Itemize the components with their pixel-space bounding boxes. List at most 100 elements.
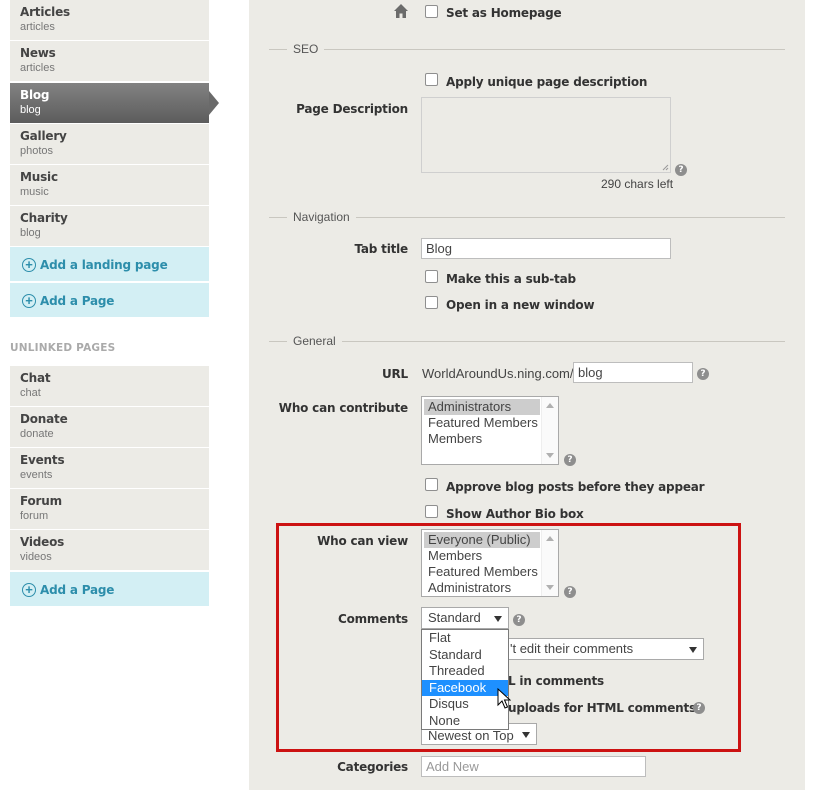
who-can-view-listbox[interactable]: Everyone (Public) Members Featured Membe… [421,529,559,597]
page-description-textarea[interactable] [421,97,671,173]
new-window-checkbox[interactable] [425,296,438,309]
set-homepage-checkbox[interactable] [425,5,438,18]
sidebar-item-sub: blog [20,104,41,116]
url-prefix: WorldAroundUs.ning.com/ [422,366,574,381]
sidebar-item-forum[interactable]: Forum forum [10,489,209,529]
add-page-button-2[interactable]: + Add a Page [10,572,209,606]
comments-dropdown-list[interactable]: Flat Standard Threaded Facebook Disqus N… [421,629,509,730]
unique-description-checkbox[interactable] [425,73,438,86]
sub-tab-checkbox[interactable] [425,270,438,283]
help-icon[interactable]: ? [513,614,525,626]
categories-label: Categories [337,760,408,774]
scroll-up-icon[interactable] [546,536,554,541]
approve-posts-checkbox[interactable] [425,478,438,491]
categories-input[interactable]: Add New [421,756,646,777]
comments-select-value: Standard [428,610,481,625]
seo-legend: SEO [269,42,785,56]
url-slug-input[interactable]: blog [573,362,693,383]
plus-circle-icon: + [22,257,36,272]
plus-circle-icon: + [22,293,36,308]
url-label: URL [381,367,408,381]
who-can-contribute-label: Who can contribute [278,401,408,415]
general-legend: General [269,334,785,348]
sub-tab-label: Make this a sub-tab [446,272,576,286]
scroll-up-icon[interactable] [546,403,554,408]
author-bio-checkbox[interactable] [425,505,438,518]
help-icon[interactable]: ? [693,702,705,714]
sidebar-item-sub: videos [20,551,52,563]
listbox-scrollbar[interactable] [541,530,558,596]
who-can-contribute-listbox[interactable]: Administrators Featured Members Members [421,396,559,465]
sidebar-item-news[interactable]: News articles [10,41,209,81]
navigation-legend: Navigation [269,210,785,224]
sidebar-item-music[interactable]: Music music [10,165,209,205]
sidebar-item-sub: articles [20,21,55,33]
general-legend-text: General [287,334,342,348]
chevron-down-icon [522,732,530,738]
sidebar-item-chat[interactable]: Chat chat [10,366,209,406]
comments-select[interactable]: Standard [421,607,509,629]
sidebar-item-sub: chat [20,387,41,399]
legend-rule [269,341,785,342]
dropdown-option-disqus[interactable]: Disqus [422,696,508,713]
tab-title-input[interactable]: Blog [421,238,671,259]
tab-title-label: Tab title [354,242,408,256]
approve-posts-label: Approve blog posts before they appear [446,480,705,494]
author-bio-label: Show Author Bio box [446,507,584,521]
home-icon [394,4,408,18]
listbox-option[interactable]: Members [424,548,558,564]
listbox-option[interactable]: Featured Members [424,415,558,431]
dropdown-option-standard[interactable]: Standard [422,647,508,664]
new-window-label: Open in a new window [446,298,595,312]
add-landing-page-button[interactable]: + Add a landing page [10,247,209,281]
unlinked-pages-heading: UNLINKED PAGES [10,342,116,354]
sidebar-item-title: Videos [20,535,65,549]
add-page-button[interactable]: + Add a Page [10,283,209,317]
chevron-down-icon [494,616,502,622]
sidebar-item-videos[interactable]: Videos videos [10,530,209,570]
sidebar-item-gallery[interactable]: Gallery photos [10,124,209,164]
sidebar-item-events[interactable]: Events events [10,448,209,488]
plus-circle-icon: + [22,582,36,597]
sidebar-item-sub: articles [20,62,55,74]
dropdown-option-flat[interactable]: Flat [422,630,508,647]
sidebar-item-title: Blog [20,88,50,102]
sidebar-item-title: Music [20,170,58,184]
comment-order-value: Newest on Top [428,728,514,743]
comments-label: Comments [337,612,408,626]
resize-handle-icon[interactable] [662,164,669,171]
sidebar-item-sub: music [20,186,49,198]
sidebar-item-charity[interactable]: Charity blog [10,206,209,246]
listbox-option[interactable]: Members [424,431,558,447]
listbox-option[interactable]: Featured Members [424,564,558,580]
navigation-legend-text: Navigation [287,210,356,224]
sidebar-item-blog[interactable]: Blog blog [10,83,219,123]
sidebar-item-sub: donate [20,428,54,440]
seo-legend-text: SEO [287,42,325,56]
help-icon[interactable]: ? [564,454,576,466]
add-page-label: Add a Page [40,293,115,308]
html-uploads-label: uploads for HTML comments [508,701,696,715]
help-icon[interactable]: ? [675,164,687,176]
page-description-label: Page Description [296,102,408,116]
dropdown-option-facebook[interactable]: Facebook [422,679,508,697]
listbox-option[interactable]: Administrators [424,399,540,415]
help-icon[interactable]: ? [564,586,576,598]
mouse-cursor-icon [497,688,511,709]
scroll-down-icon[interactable] [546,453,554,458]
sidebar-item-title: Articles [20,5,70,19]
add-landing-page-label: Add a landing page [40,257,168,272]
listbox-option[interactable]: Administrators [424,580,558,596]
sidebar-item-title: Chat [20,371,51,385]
listbox-scrollbar[interactable] [541,397,558,464]
edit-comments-select-value: 't edit their comments [510,641,634,656]
dropdown-option-none[interactable]: None [422,713,508,730]
set-homepage-label: Set as Homepage [446,6,562,20]
sidebar-item-articles[interactable]: Articles articles [10,0,209,40]
sidebar-item-title: Events [20,453,65,467]
help-icon[interactable]: ? [697,368,709,380]
scroll-down-icon[interactable] [546,585,554,590]
listbox-option[interactable]: Everyone (Public) [424,532,540,548]
sidebar-item-donate[interactable]: Donate donate [10,407,209,447]
dropdown-option-threaded[interactable]: Threaded [422,663,508,680]
